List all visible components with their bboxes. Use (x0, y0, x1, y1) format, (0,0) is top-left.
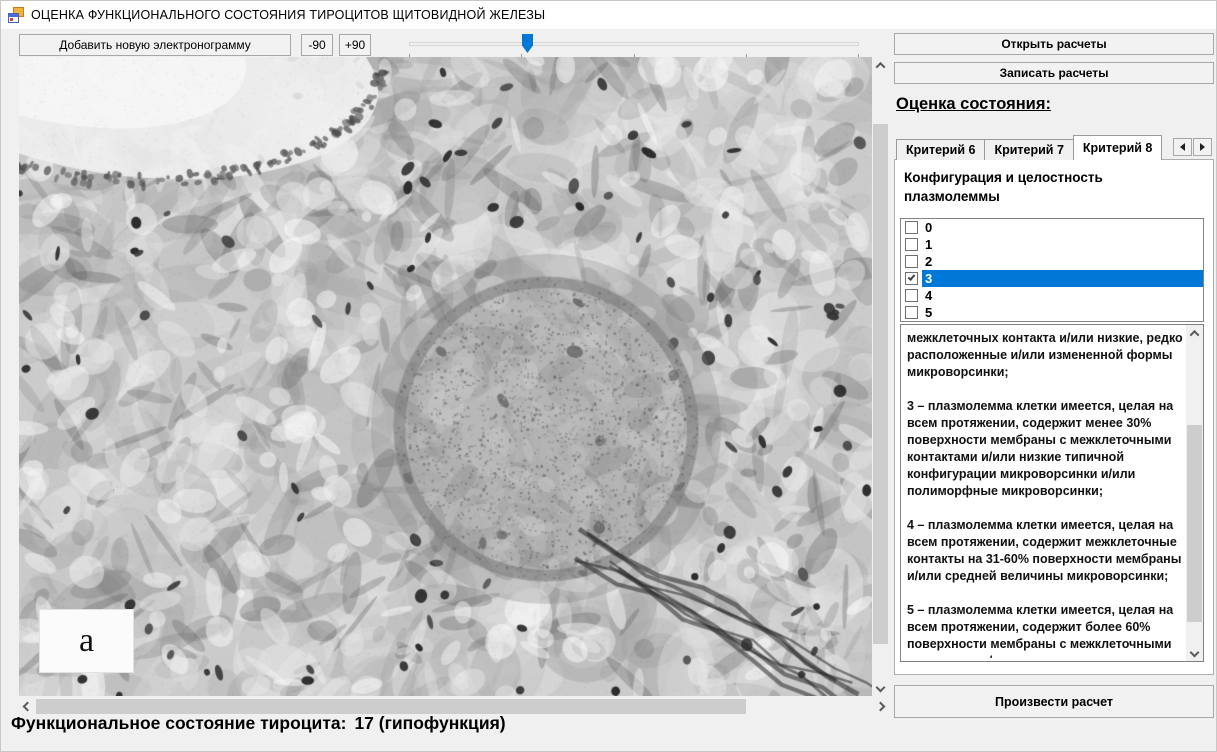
slider-thumb[interactable] (522, 34, 533, 53)
status-bar: Функциональное состояние тироцита: 17 (ги… (11, 713, 506, 734)
calculate-button[interactable]: Произвести расчет (894, 685, 1214, 718)
rotation-slider[interactable] (409, 33, 859, 57)
electron-micrograph (19, 57, 872, 696)
open-calculations-button[interactable]: Открыть расчеты (894, 33, 1214, 55)
scroll-right-icon[interactable] (872, 698, 889, 715)
description-paragraph: 3 – плазмолемма клетки имеется, целая на… (907, 398, 1183, 500)
status-value: 17 (гипофункция) (354, 713, 505, 733)
rotate-minus-90-button[interactable]: -90 (301, 34, 333, 56)
rotate-plus-90-button[interactable]: +90 (339, 34, 371, 56)
score-label: 2 (922, 253, 1203, 270)
description-scrollbar[interactable] (1186, 325, 1203, 661)
app-window: ОЦЕНКА ФУНКЦИОНАЛЬНОГО СОСТОЯНИЯ ТИРОЦИТ… (0, 0, 1217, 752)
checkbox-icon[interactable] (905, 255, 918, 268)
add-electronogram-button[interactable]: Добавить новую электронограмму (19, 34, 291, 56)
description-scroll-thumb[interactable] (1187, 425, 1202, 622)
score-label: 1 (922, 236, 1203, 253)
save-calculations-button[interactable]: Записать расчеты (894, 62, 1214, 84)
title-bar: ОЦЕНКА ФУНКЦИОНАЛЬНОГО СОСТОЯНИЯ ТИРОЦИТ… (1, 1, 1217, 29)
scroll-up-icon[interactable] (1186, 325, 1203, 342)
score-list[interactable]: 012345 (900, 218, 1204, 322)
scroll-down-icon[interactable] (872, 679, 889, 696)
left-triangle-icon (1180, 143, 1185, 151)
checkbox-icon[interactable] (905, 306, 918, 319)
slider-track[interactable] (409, 42, 859, 46)
checkbox-icon[interactable] (905, 238, 918, 251)
score-option-2[interactable]: 2 (901, 253, 1203, 270)
window-title: ОЦЕНКА ФУНКЦИОНАЛЬНОГО СОСТОЯНИЯ ТИРОЦИТ… (31, 8, 545, 22)
tab-strip: Критерий 6Критерий 7Критерий 8 (896, 135, 1162, 160)
score-option-4[interactable]: 4 (901, 287, 1203, 304)
criterion-description-box: межклеточных контакта и/или низкие, редк… (900, 324, 1204, 662)
score-option-0[interactable]: 0 (901, 219, 1203, 236)
description-paragraph: межклеточных контакта и/или низкие, редк… (907, 330, 1183, 381)
score-option-1[interactable]: 1 (901, 236, 1203, 253)
right-triangle-icon (1200, 143, 1205, 151)
score-label: 5 (922, 304, 1203, 321)
scroll-up-icon[interactable] (872, 57, 889, 74)
horizontal-scroll-thumb[interactable] (36, 699, 746, 714)
vertical-scroll-thumb[interactable] (873, 124, 888, 644)
criterion-description-text: межклеточных контакта и/или низкие, редк… (907, 330, 1183, 658)
vertical-scrollbar[interactable] (872, 57, 889, 696)
score-label: 3 (922, 270, 1203, 287)
checkbox-icon[interactable] (905, 221, 918, 234)
score-label: 0 (922, 219, 1203, 236)
figure-label: a (39, 609, 134, 673)
status-label: Функциональное состояние тироцита: (11, 713, 346, 733)
micrograph-viewer: a (19, 57, 889, 696)
description-paragraph: 5 – плазмолемма клетки имеется, целая на… (907, 602, 1183, 658)
criterion-title: Конфигурация и целостность плазмолеммы (904, 168, 1202, 206)
scroll-down-icon[interactable] (1186, 644, 1203, 661)
checkbox-icon[interactable] (905, 289, 918, 302)
score-option-5[interactable]: 5 (901, 304, 1203, 321)
tab-scroll-left-button[interactable] (1173, 138, 1192, 156)
score-label: 4 (922, 287, 1203, 304)
score-option-3[interactable]: 3 (901, 270, 1203, 287)
assessment-section-title: Оценка состояния: (896, 95, 1051, 114)
checkbox-checked-icon[interactable] (905, 272, 918, 285)
tab-criterion-8[interactable]: Критерий 8 (1073, 135, 1162, 160)
tab-criterion-7[interactable]: Критерий 7 (984, 139, 1073, 160)
tab-scroll-right-button[interactable] (1193, 138, 1212, 156)
app-icon (8, 7, 24, 23)
description-paragraph: 4 – плазмолемма клетки имеется, целая на… (907, 517, 1183, 585)
tab-criterion-6[interactable]: Критерий 6 (896, 139, 985, 160)
